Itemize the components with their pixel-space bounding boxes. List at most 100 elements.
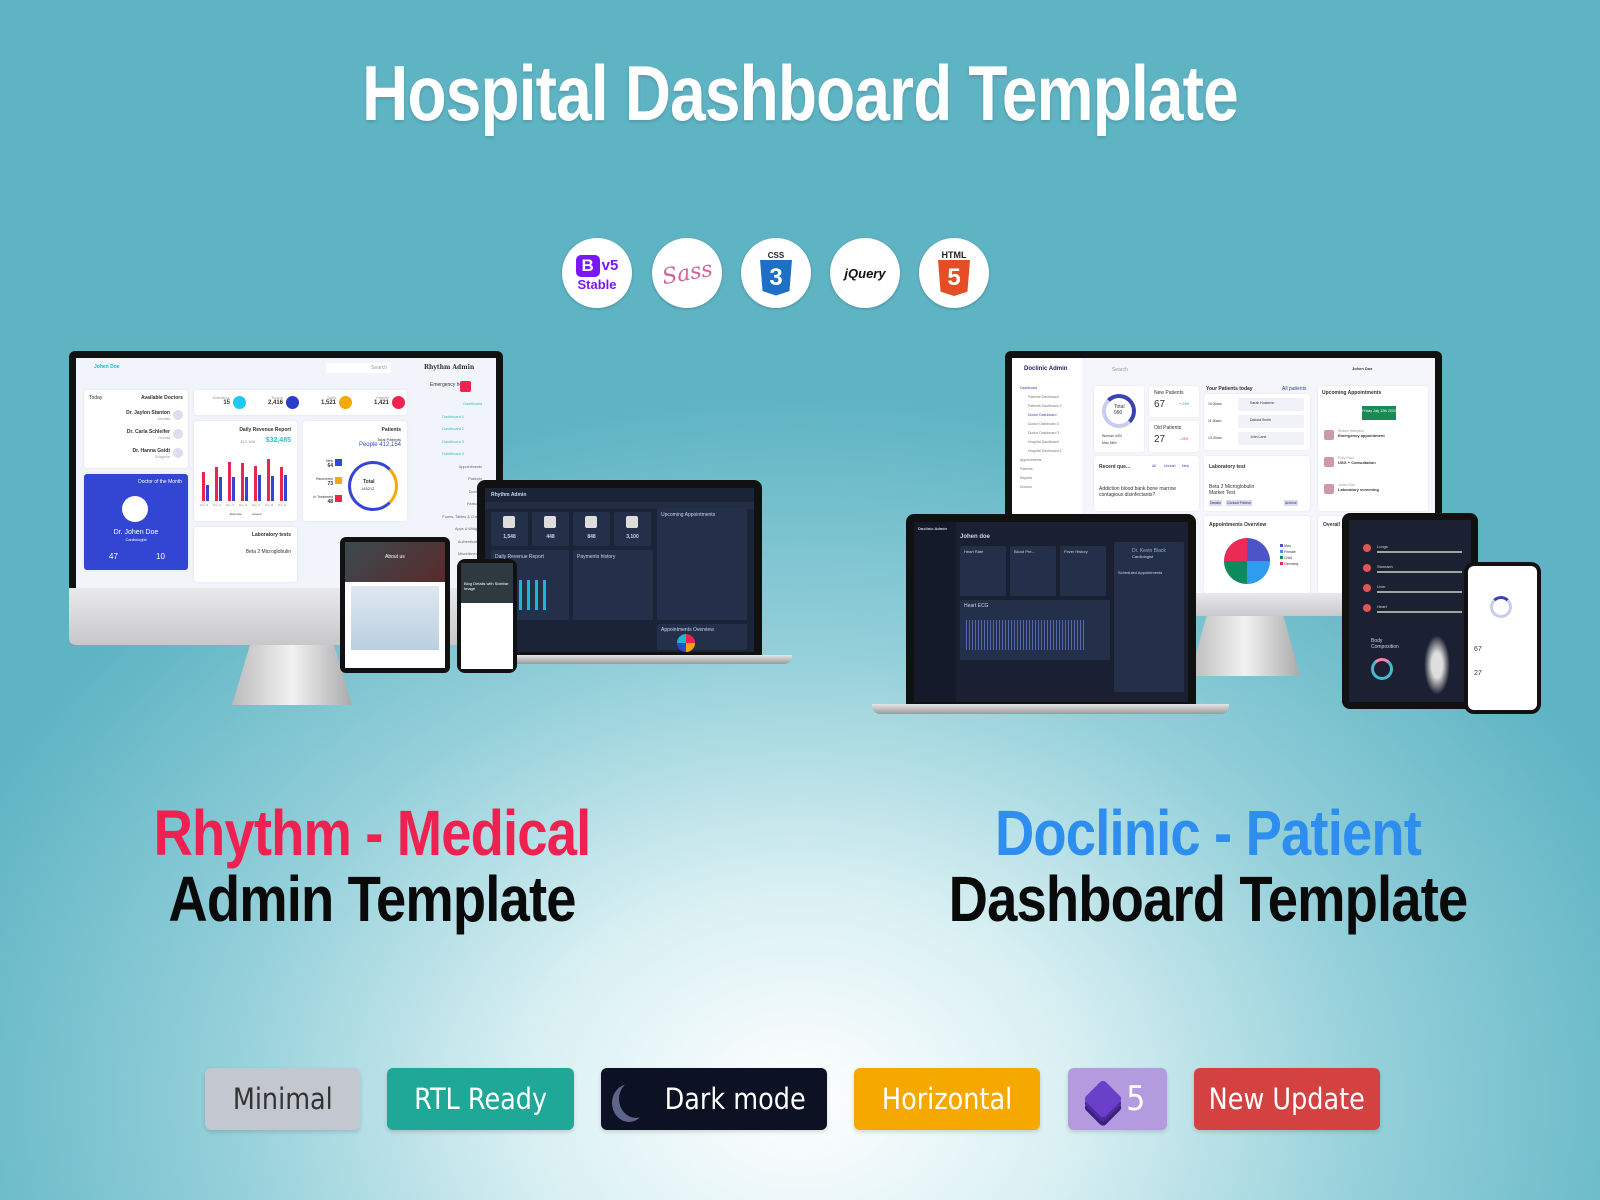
brand-logo: Doclinic Admin [1024,366,1068,372]
menu-item[interactable]: Hospital Dashboard [1028,440,1059,444]
contact-patient-button[interactable]: Contact Patient [1226,500,1252,506]
rhythm-heading: Rhythm - Medical Admin Template [153,797,592,935]
income-bar [202,471,205,501]
css3-icon: CSS 3 [741,238,811,308]
menu-item[interactable]: Doctor Dashboard 3 [1028,431,1059,435]
patient-item[interactable]: Dakota Smith [1238,415,1304,428]
appointment-item[interactable]: Johen Doe Laboratory screening [1338,483,1379,492]
html5-icon: HTML 5 [919,238,989,308]
menu-item[interactable]: Reports [1020,476,1032,480]
patient-item[interactable]: Sarah Hostemn [1238,398,1304,411]
menu-item[interactable]: Hospital Dashboard 2 [1028,449,1062,453]
appointment-item[interactable]: Shawn Hampton Emergency appointment [1338,429,1385,438]
day-label: May 13 [239,504,248,507]
day-label: May 15 [265,504,274,507]
income-bar [215,466,218,501]
revenue-chart: Daily Revenue Report $12,458 $32,485 May… [194,421,297,521]
expense-bar [245,477,248,501]
search-input[interactable]: Search [371,365,387,371]
dark-stat: 3,100 [614,512,651,546]
menu-item[interactable]: Doctor Dashboard [1028,413,1056,417]
stat-2: Staffs 1,521 [320,396,336,406]
date-selected[interactable]: Friday July 12th 2024 [1362,406,1396,420]
rhythm-phone: Blog Details with Sidebar Image [457,559,517,673]
avatar [1324,484,1334,494]
stat-icon [392,396,405,409]
menu-item[interactable]: Appointments [1020,458,1041,462]
menu-item[interactable]: Dashboard 2 [442,427,464,431]
tab-all[interactable]: All [1152,464,1156,468]
body-figure [1424,635,1450,695]
doctor-of-month: Doctor of the Month Dr. Johen Doe Cardio… [84,474,188,570]
doctor-photo [351,586,439,650]
badge-rtl-ready: RTL Ready [387,1068,574,1130]
moon-icon [619,1080,653,1118]
day-label: May 16 [278,504,287,507]
income-bar [254,465,257,501]
expense-bar [206,485,209,501]
monitor-stand [1190,616,1300,676]
menu-item[interactable]: Dashboard 3 [442,440,464,444]
rhythm-tablet: About us [340,537,450,673]
expense-bar [271,476,274,501]
day-label: May 10 [200,504,209,507]
badge-horizontal: Horizontal [854,1068,1040,1130]
menu-item[interactable]: Dashboard 1 [442,415,464,419]
tab-unread[interactable]: Unread [1164,464,1175,468]
day-label: May 11 [213,504,222,507]
stat-icon [339,396,352,409]
expense-bar [232,476,235,501]
jquery-icon: jQuery [830,238,900,308]
avatar [1324,430,1334,440]
stat-0: Ambulance 15 [212,396,230,406]
stat-icon [286,396,299,409]
doclinic-tablet: Body Composition Lungs Stomach Liver Heart [1342,513,1478,709]
menu-item[interactable]: Dashboard 4 [442,452,464,456]
tab-new[interactable]: New [1182,464,1189,468]
patients-card: Patients Total Patients People 412,154 T… [303,421,407,521]
menu-item[interactable]: Patients Dashboard [1028,395,1059,399]
menu-item[interactable]: Appointments [459,465,482,469]
income-bar [267,459,270,501]
dark-stat: 848 [573,512,610,546]
avatar [1324,457,1334,467]
menu-item[interactable]: Doctor Dashboard 2 [1028,422,1059,426]
doctor-item[interactable]: Dr. Hanna Geidt Surgeon [132,448,170,459]
doclinic-laptop: Doclinic Admin Johen doe Heart ECG Dr. K… [906,514,1196,704]
page-title: Hospital Dashboard Template [362,49,1239,137]
menu-item[interactable]: Dashboard [1020,386,1037,390]
legend-income: Income [252,512,262,516]
avatar [173,448,183,458]
menu-item[interactable]: Doctors [1020,485,1032,489]
all-patients-link[interactable]: All patients [1282,386,1306,392]
doctor-item[interactable]: Dr. Carla Schleifer Oculist [127,429,170,440]
emergency-icon[interactable] [460,381,471,392]
income-bar [228,462,231,501]
badge-bootstrap5: 5 [1068,1068,1167,1130]
income-bar [241,463,244,501]
doctor-item[interactable]: Dr. Jaylon Stanton Dentist [126,410,170,421]
patient-item[interactable]: John Lane [1238,432,1304,445]
menu-item[interactable]: Patients [1020,467,1033,471]
badge-minimal: Minimal [205,1068,360,1130]
menu-item[interactable]: Patients Dashboard 2 [1028,404,1062,408]
doclinic-heading: Doclinic - Patient Dashboard Template [948,797,1469,935]
stat-icon [233,396,246,409]
dark-stat: 448 [532,512,569,546]
expense-bar [284,474,287,501]
menu-item[interactable]: Dashboard [463,402,482,406]
appointment-item[interactable]: Polly Paul USG + Consultation [1338,456,1376,465]
doclinic-phone: 67 27 [1464,562,1541,714]
expense-bar [219,477,222,501]
badge-new-update: New Update [1194,1068,1380,1130]
badge-dark-mode: Dark mode [601,1068,827,1130]
search-input[interactable]: Search [1112,367,1128,373]
details-button[interactable]: Details [1209,500,1222,506]
stat-1: Rooms 2,416 [267,396,283,406]
day-label: May 12 [226,504,235,507]
legend-expense: Expense [230,512,242,516]
rhythm-laptop: Rhythm Admin Daily Revenue Report Paymen… [477,480,762,655]
overview-pie [1224,538,1270,584]
avatar [173,429,183,439]
archive-button[interactable]: Archive [1284,500,1298,506]
